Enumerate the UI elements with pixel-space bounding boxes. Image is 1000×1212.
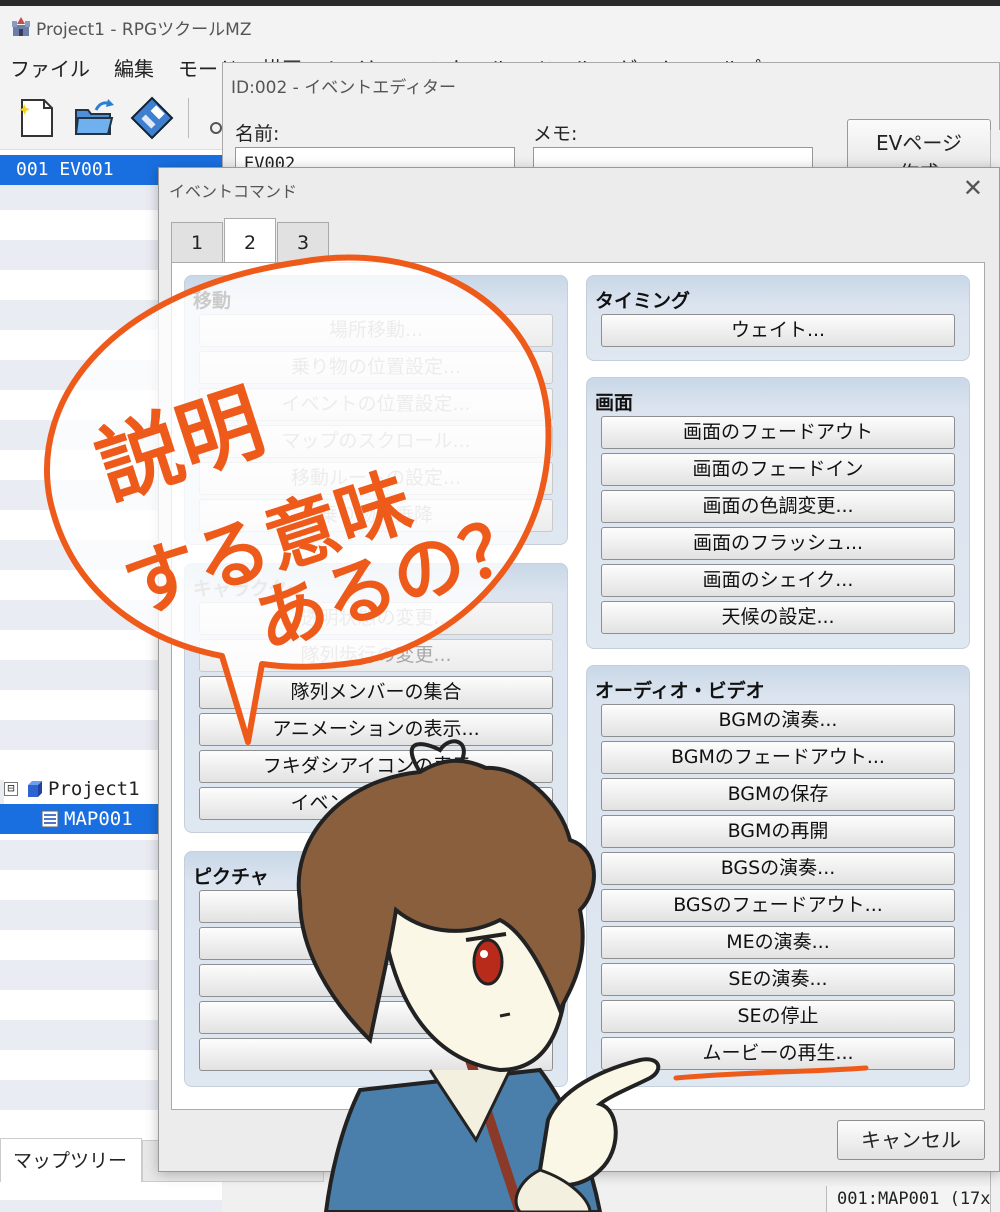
cmd-stop-se[interactable]: SEの停止 [601,1000,955,1033]
group-timing: タイミング ウェイト... [586,275,970,361]
group-label: オーディオ・ビデオ [595,680,765,702]
group-label: タイミング [595,290,691,312]
tab-content: 移動 場所移動... 乗り物の位置設定... イベントの位置設定... マップの… [171,262,985,1110]
cmd-vehicle-ride[interactable]: 乗り物の乗降 [199,499,553,532]
cmd-fadeout-bgs[interactable]: BGSのフェードアウト... [601,889,955,922]
event-editor-window: ID:002 - イベントエディター 名前: EV002 メモ: EVページ 作… [222,62,1000,189]
command-tabs: 1 2 3 [171,218,330,262]
group-character: キャラクター 透明状態の変更... 隊列歩行の変更... 隊列メンバーの集合 ア… [184,563,568,833]
event-editor-title: ID:002 - イベントエディター [231,78,457,98]
cmd-change-transparency[interactable]: 透明状態の変更... [199,602,553,635]
group-movement: 移動 場所移動... 乗り物の位置設定... イベントの位置設定... マップの… [184,275,568,545]
toolbar-separator [188,98,189,138]
cmd-play-se[interactable]: SEの演奏... [601,963,955,996]
tab-1[interactable]: 1 [171,222,223,262]
cmd-wait[interactable]: ウェイト... [601,314,955,347]
castle-icon [12,17,30,36]
tree-item-label: MAP001 [64,808,133,830]
cmd-shake-screen[interactable]: 画面のシェイク... [601,564,955,597]
open-project-icon[interactable] [72,96,116,140]
group-screen: 画面 画面のフェードアウト 画面のフェードイン 画面の色調変更... 画面のフラ… [586,377,970,649]
cmd-picture-3[interactable] [199,964,553,997]
cmd-change-player-followers[interactable]: 隊列歩行の変更... [199,639,553,672]
cmd-play-bgm[interactable]: BGMの演奏... [601,704,955,737]
close-icon[interactable]: ✕ [963,174,983,202]
cmd-picture-2[interactable] [199,927,553,960]
menu-file[interactable]: ファイル [10,53,90,82]
tab-3[interactable]: 3 [277,222,329,262]
group-label: キャラクター [193,578,307,600]
cmd-show-animation[interactable]: アニメーションの表示... [199,713,553,746]
collapse-icon[interactable]: ⊟ [4,782,18,796]
cmd-transfer-player[interactable]: 場所移動... [199,314,553,347]
group-label: 移動 [193,290,232,312]
new-project-icon[interactable] [14,96,58,140]
save-project-icon[interactable] [130,96,174,140]
title-bar: Project1 - RPGツクールMZ [0,6,1000,48]
cmd-set-vehicle-location[interactable]: 乗り物の位置設定... [199,351,553,384]
dialog-title: イベントコマンド [169,182,298,201]
cmd-set-weather[interactable]: 天候の設定... [601,601,955,634]
group-picture: ピクチャ [184,851,568,1087]
cmd-picture-4[interactable] [199,1001,553,1034]
cmd-fadeout-bgm[interactable]: BGMのフェードアウト... [601,741,955,774]
cmd-picture-5[interactable] [199,1038,553,1071]
event-command-dialog: イベントコマンド ✕ 1 2 3 移動 場所移動... 乗り物の位置設定... … [158,167,1000,1172]
group-label: ピクチャ [193,866,269,888]
cmd-save-bgm[interactable]: BGMの保存 [601,778,955,811]
cmd-fadein-screen[interactable]: 画面のフェードイン [601,453,955,486]
cmd-show-balloon-icon[interactable]: フキダシアイコンの表示... [199,750,553,783]
memo-label: メモ: [533,123,578,145]
cmd-play-me[interactable]: MEの演奏... [601,926,955,959]
group-label: 画面 [595,392,634,414]
cmd-play-bgs[interactable]: BGSの演奏... [601,852,955,885]
cmd-scroll-map[interactable]: マップのスクロール... [199,425,553,458]
cmd-set-event-location[interactable]: イベントの位置設定... [199,388,553,421]
group-audio-video: オーディオ・ビデオ BGMの演奏... BGMのフェードアウト... BGMの保… [586,665,970,1087]
cmd-erase-event[interactable]: イベントの一時消去 [199,787,553,820]
tree-item-label: Project1 [48,778,140,800]
tab-map-tree[interactable]: マップツリー [0,1138,142,1182]
cmd-fadeout-screen[interactable]: 画面のフェードアウト [601,416,955,449]
cmd-play-movie[interactable]: ムービーの再生... [601,1037,955,1070]
cmd-set-movement-route[interactable]: 移動ルートの設定... [199,462,553,495]
cmd-gather-followers[interactable]: 隊列メンバーの集合 [199,676,553,709]
cmd-flash-screen[interactable]: 画面のフラッシュ... [601,527,955,560]
status-bar: 001:MAP001 (17x13) [826,1186,1000,1212]
cmd-picture-1[interactable] [199,890,553,923]
cmd-tint-screen[interactable]: 画面の色調変更... [601,490,955,523]
project-cube-icon [28,781,42,797]
menu-edit[interactable]: 編集 [114,53,154,82]
name-label: 名前: [235,123,280,145]
cmd-resume-bgm[interactable]: BGMの再開 [601,815,955,848]
map-icon [41,810,59,828]
window-title: Project1 - RPGツクールMZ [36,19,252,40]
tab-2[interactable]: 2 [224,218,276,262]
cancel-button[interactable]: キャンセル [837,1120,985,1160]
